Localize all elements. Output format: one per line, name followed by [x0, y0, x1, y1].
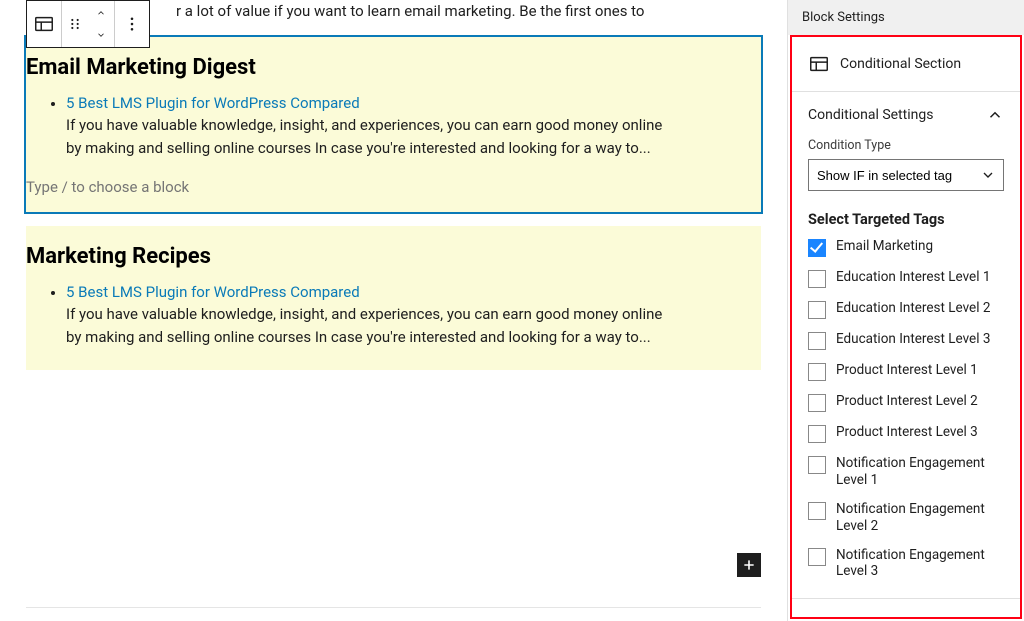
tag-checkbox[interactable]: [808, 394, 826, 412]
tag-checkbox[interactable]: [808, 548, 826, 566]
condition-type-select[interactable]: Show IF in selected tag: [808, 159, 1004, 191]
post-excerpt: If you have valuable knowledge, insight,…: [66, 305, 662, 346]
tag-checkbox[interactable]: [808, 332, 826, 350]
move-up-button[interactable]: [88, 2, 114, 24]
tag-row[interactable]: Education Interest Level 3: [808, 331, 1004, 350]
tag-label: Product Interest Level 1: [836, 362, 1004, 379]
more-options-button[interactable]: [115, 1, 149, 47]
list-item[interactable]: 5 Best LMS Plugin for WordPress Compared…: [66, 283, 666, 350]
section-heading[interactable]: Marketing Recipes: [26, 244, 761, 283]
tag-checkbox[interactable]: [808, 456, 826, 474]
tag-list: Email Marketing Education Interest Level …: [808, 238, 1004, 580]
tag-label: Notification Engagement Level 2: [836, 501, 1004, 535]
conditional-section-block[interactable]: Marketing Recipes 5 Best LMS Plugin for …: [26, 226, 761, 370]
editor-footer-divider: [26, 607, 761, 608]
block-type-button[interactable]: [27, 1, 61, 47]
tag-row[interactable]: Product Interest Level 1: [808, 362, 1004, 381]
chevron-up-icon: [986, 106, 1004, 124]
tag-label: Product Interest Level 2: [836, 393, 1004, 410]
condition-type-label: Condition Type: [808, 138, 1004, 153]
sidebar-section-name: Conditional Section: [840, 56, 961, 72]
conditional-section-block[interactable]: Email Marketing Digest 5 Best LMS Plugin…: [26, 37, 761, 213]
block-settings-sidebar: Block Settings Conditional Section Condi…: [787, 0, 1024, 621]
tag-label: Notification Engagement Level 1: [836, 455, 1004, 489]
tag-row[interactable]: Email Marketing: [808, 238, 1004, 257]
tag-row[interactable]: Notification Engagement Level 3: [808, 547, 1004, 581]
post-excerpt: If you have valuable knowledge, insight,…: [66, 116, 662, 157]
drag-handle-button[interactable]: [62, 1, 88, 47]
add-block-button[interactable]: [737, 553, 761, 577]
tag-checkbox[interactable]: [808, 239, 826, 257]
tag-checkbox[interactable]: [808, 270, 826, 288]
tag-row[interactable]: Notification Engagement Level 2: [808, 501, 1004, 535]
tag-label: Education Interest Level 3: [836, 331, 1004, 348]
post-link[interactable]: 5 Best LMS Plugin for WordPress Compared: [66, 283, 666, 301]
tag-row[interactable]: Product Interest Level 3: [808, 424, 1004, 443]
tag-row[interactable]: Education Interest Level 1: [808, 269, 1004, 288]
tag-row[interactable]: Notification Engagement Level 1: [808, 455, 1004, 489]
list-item[interactable]: 5 Best LMS Plugin for WordPress Compared…: [66, 94, 666, 161]
tags-heading: Select Targeted Tags: [808, 211, 1004, 228]
tag-row[interactable]: Education Interest Level 2: [808, 300, 1004, 319]
tag-checkbox[interactable]: [808, 363, 826, 381]
block-toolbar: [26, 0, 150, 48]
tag-row[interactable]: Product Interest Level 2: [808, 393, 1004, 412]
panel-title: Conditional Settings: [808, 107, 933, 123]
post-link[interactable]: 5 Best LMS Plugin for WordPress Compared: [66, 94, 666, 112]
tag-label: Education Interest Level 2: [836, 300, 1004, 317]
tag-checkbox[interactable]: [808, 425, 826, 443]
section-heading[interactable]: Email Marketing Digest: [26, 55, 761, 94]
tag-label: Notification Engagement Level 3: [836, 547, 1004, 581]
intro-text-fragment[interactable]: r a lot of value if you want to learn em…: [176, 0, 761, 23]
tag-checkbox[interactable]: [808, 301, 826, 319]
move-down-button[interactable]: [88, 24, 114, 46]
block-appender[interactable]: Type / to choose a block: [26, 164, 761, 196]
conditional-settings-panel-toggle[interactable]: Conditional Settings: [808, 106, 1004, 124]
conditional-section-icon: [808, 53, 830, 75]
sidebar-tab-label[interactable]: Block Settings: [788, 0, 1024, 35]
tag-checkbox[interactable]: [808, 502, 826, 520]
tag-label: Education Interest Level 1: [836, 269, 1004, 286]
tag-label: Product Interest Level 3: [836, 424, 1004, 441]
tag-label: Email Marketing: [836, 238, 1004, 255]
